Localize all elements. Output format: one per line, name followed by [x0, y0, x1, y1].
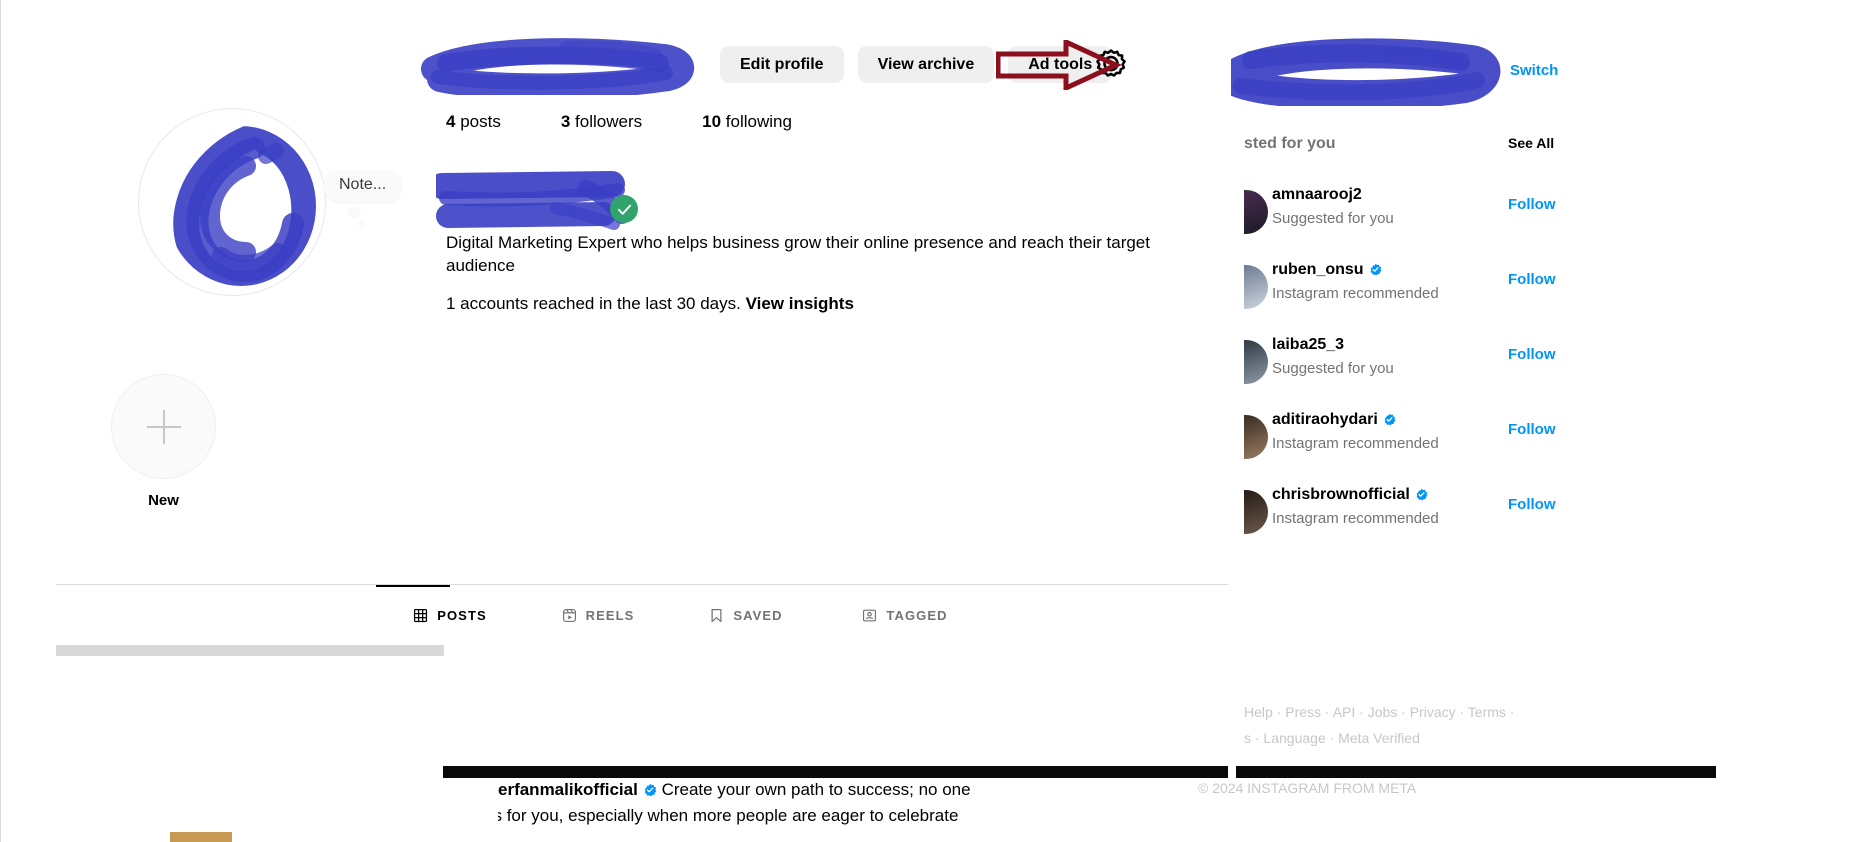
suggested-account-subtitle: Suggested for you — [1272, 210, 1394, 227]
suggested-account-name[interactable]: laiba25_3 — [1272, 336, 1344, 354]
footer-line-1[interactable]: Help · Press · API · Jobs · Privacy · Te… — [1244, 700, 1604, 726]
avatar[interactable] — [1244, 490, 1268, 534]
suggested-account-subtitle: Suggested for you — [1272, 360, 1394, 377]
post-strip-left — [443, 766, 1228, 778]
suggested-account-row[interactable]: aditiraohydari Instagram recommended Fol… — [1236, 403, 1876, 478]
suggested-account-name-text: ruben_onsu — [1272, 261, 1364, 278]
follow-button[interactable]: Follow — [1508, 346, 1556, 363]
note-bubble-tail-large — [348, 206, 361, 219]
insights-line: 1 accounts reached in the last 30 days. … — [446, 294, 1186, 314]
switch-account-link[interactable]: Switch — [1510, 62, 1558, 79]
tab-tagged[interactable]: TAGGED — [820, 585, 990, 645]
horizontal-scroll-track[interactable] — [56, 645, 444, 656]
follow-button[interactable]: Follow — [1508, 421, 1556, 438]
tab-tagged-label: TAGGED — [886, 607, 948, 623]
suggested-account-row[interactable]: chrisbrownofficial Instagram recommended… — [1236, 478, 1876, 553]
avatar[interactable] — [1244, 265, 1268, 309]
tab-reels[interactable]: REELS — [524, 585, 672, 645]
stat-following-value: 10 — [702, 112, 722, 131]
stat-followers-value: 3 — [560, 112, 571, 131]
avatar[interactable] — [1244, 415, 1268, 459]
green-verified-badge — [610, 195, 638, 223]
insights-text: 1 accounts reached in the last 30 days. — [446, 294, 741, 313]
edit-profile-button[interactable]: Edit profile — [720, 45, 844, 83]
post-caption-line2: for you, especially when more people are… — [506, 806, 959, 826]
suggested-account-name[interactable]: aditiraohydari — [1272, 411, 1396, 431]
suggested-account-name-text: amnaarooj2 — [1272, 186, 1362, 203]
profile-bio: Digital Marketing Expert who helps busin… — [446, 233, 1150, 276]
stat-posts-label: posts — [460, 112, 501, 131]
stat-following[interactable]: 10 following — [702, 112, 792, 132]
follow-button[interactable]: Follow — [1508, 196, 1556, 213]
stat-followers-label: followers — [575, 112, 643, 131]
active-tab-underline — [376, 585, 450, 587]
footer-links: Help · Press · API · Jobs · Privacy · Te… — [1244, 700, 1604, 752]
post-caption-username[interactable]: erfanmalikofficial — [498, 780, 638, 799]
suggested-account-name[interactable]: chrisbrownofficial — [1272, 486, 1428, 506]
stat-followers[interactable]: 3 followers — [561, 112, 642, 132]
stat-posts-value: 4 — [446, 112, 456, 131]
suggested-account-row[interactable]: amnaarooj2 Suggested for you Follow — [1236, 178, 1876, 253]
view-insights-link[interactable]: View insights — [746, 294, 854, 313]
highlight-new-circle[interactable] — [111, 374, 216, 479]
suggested-account-name-text: aditiraohydari — [1272, 411, 1378, 428]
suggested-account-name[interactable]: ruben_onsu — [1272, 261, 1382, 281]
current-account-row[interactable]: Switch — [1220, 34, 1876, 111]
suggested-header: sted for you See All — [1236, 135, 1876, 157]
tab-saved-label: SAVED — [733, 607, 783, 623]
suggested-account-subtitle: Instagram recommended — [1272, 510, 1439, 527]
plus-icon-vertical — [162, 409, 165, 444]
profile-stats: 4 posts 3 followers 10 following — [446, 112, 852, 132]
suggested-account-name-text: laiba25_3 — [1272, 336, 1345, 353]
note-bubble[interactable]: Note... — [323, 170, 403, 202]
current-account-redaction — [1220, 34, 1511, 111]
highlight-new-label: New — [148, 492, 179, 509]
avatar[interactable] — [1244, 340, 1268, 384]
follow-button[interactable]: Follow — [1508, 496, 1556, 513]
instagram-profile-page: Note... New Edit profile View archive Ad… — [0, 0, 1876, 842]
bottom-thumbnail-sliver — [170, 832, 232, 842]
post-caption-overlay[interactable]: erfanmalikofficial Create your own path … — [498, 778, 1238, 842]
tab-reels-label: REELS — [585, 607, 635, 623]
post-caption-line2-prefix: es — [498, 806, 502, 825]
suggested-account-row[interactable]: laiba25_3 Suggested for you Follow — [1236, 328, 1876, 403]
copyright-text: © 2024 INSTAGRAM FROM META — [1198, 780, 1417, 796]
suggested-account-subtitle: Instagram recommended — [1272, 285, 1439, 302]
footer-line-2[interactable]: s · Language · Meta Verified — [1244, 726, 1604, 752]
verified-badge-icon — [1415, 488, 1428, 506]
follow-button[interactable]: Follow — [1508, 271, 1556, 288]
view-archive-button[interactable]: View archive — [857, 45, 995, 83]
verified-badge-icon — [643, 780, 657, 803]
tab-saved[interactable]: SAVED — [672, 585, 820, 645]
note-bubble-tail-small — [357, 220, 364, 227]
suggested-account-name[interactable]: amnaarooj2 — [1272, 186, 1362, 204]
tab-posts-label: POSTS — [437, 607, 487, 623]
suggested-accounts-list: amnaarooj2 Suggested for you Follow rube… — [1236, 178, 1876, 553]
right-sidebar: Switch sted for you See All amnaarooj2 S… — [1198, 0, 1876, 842]
username-redaction — [421, 38, 696, 95]
display-name-redaction — [429, 168, 676, 230]
highlight-new[interactable]: New — [111, 374, 216, 509]
profile-tabs: POSTS REELS SAVED TAGGED — [56, 585, 1228, 647]
suggested-account-subtitle: Instagram recommended — [1272, 435, 1439, 452]
suggested-account-name-text: chrisbrownofficial — [1272, 486, 1410, 503]
suggested-account-row[interactable]: ruben_onsu Instagram recommended Follow — [1236, 253, 1876, 328]
profile-header-row: Edit profile View archive Ad tools — [421, 38, 1126, 95]
verified-badge-icon — [1383, 413, 1396, 431]
avatar[interactable] — [1244, 190, 1268, 234]
suggested-title: sted for you — [1244, 135, 1336, 152]
avatar-redaction-scribble — [166, 126, 316, 286]
post-caption-line1: Create your own path to success; no one — [661, 780, 971, 799]
stat-posts[interactable]: 4 posts — [446, 112, 501, 132]
see-all-link[interactable]: See All — [1508, 135, 1554, 151]
profile-avatar[interactable]: Note... — [138, 108, 403, 296]
settings-gear-icon[interactable] — [1094, 47, 1128, 81]
verified-badge-icon — [1369, 263, 1382, 281]
tab-posts[interactable]: POSTS — [376, 585, 524, 645]
stat-following-label: following — [725, 112, 792, 131]
